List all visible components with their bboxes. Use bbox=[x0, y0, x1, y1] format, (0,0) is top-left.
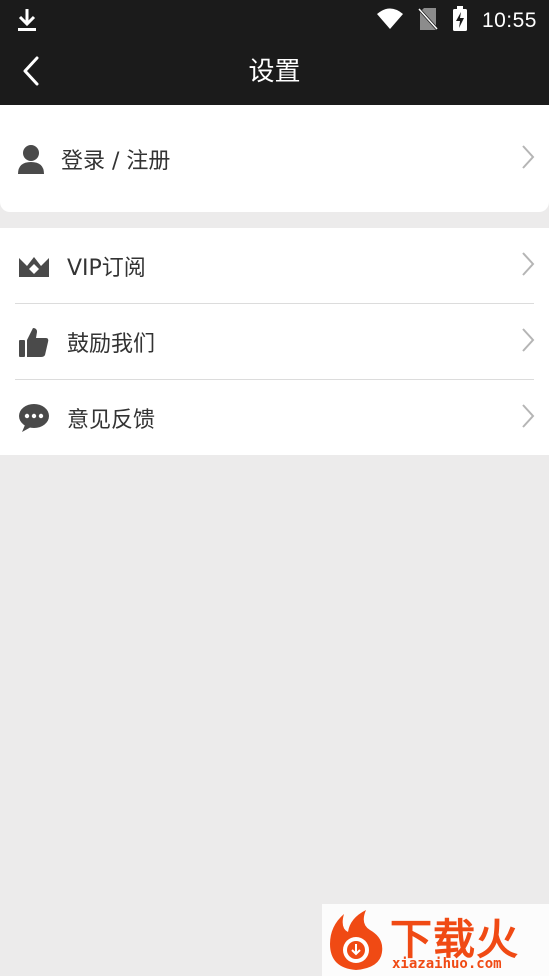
chat-bubble-icon bbox=[17, 401, 51, 435]
flame-logo-icon bbox=[330, 910, 383, 970]
menu-item-vip[interactable]: VIP订阅 bbox=[0, 228, 549, 303]
chevron-right-icon bbox=[521, 403, 535, 433]
download-icon bbox=[14, 7, 40, 37]
wifi-icon bbox=[376, 7, 404, 35]
menu-group: VIP订阅 鼓励我们 意见反馈 bbox=[0, 228, 549, 455]
menu-item-label: 意见反馈 bbox=[67, 407, 156, 433]
chevron-right-icon bbox=[521, 144, 535, 174]
battery-charging-icon bbox=[452, 6, 468, 36]
user-icon bbox=[14, 142, 48, 176]
clock: 10:55 bbox=[481, 9, 537, 32]
menu-item-label: VIP订阅 bbox=[67, 255, 146, 281]
chevron-left-icon bbox=[23, 56, 39, 86]
menu-item-label: 鼓励我们 bbox=[67, 331, 156, 357]
status-bar: 10:55 bbox=[0, 0, 549, 40]
menu-item-feedback[interactable]: 意见反馈 bbox=[0, 380, 549, 455]
back-button[interactable] bbox=[8, 48, 54, 94]
watermark: 下载火 xiazaihuo.com bbox=[322, 904, 549, 976]
login-register-item[interactable]: 登录 / 注册 bbox=[0, 105, 549, 212]
thumbs-up-icon bbox=[17, 325, 51, 359]
crown-icon bbox=[17, 249, 51, 283]
watermark-url: xiazaihuo.com bbox=[392, 956, 502, 972]
chevron-right-icon bbox=[521, 327, 535, 357]
menu-item-encourage[interactable]: 鼓励我们 bbox=[0, 304, 549, 379]
title-bar: 设置 bbox=[0, 40, 549, 105]
page-title: 设置 bbox=[248, 57, 301, 87]
login-register-label: 登录 / 注册 bbox=[61, 148, 171, 174]
no-sim-icon bbox=[417, 7, 439, 35]
login-card: 登录 / 注册 bbox=[0, 105, 549, 212]
chevron-right-icon bbox=[521, 251, 535, 281]
